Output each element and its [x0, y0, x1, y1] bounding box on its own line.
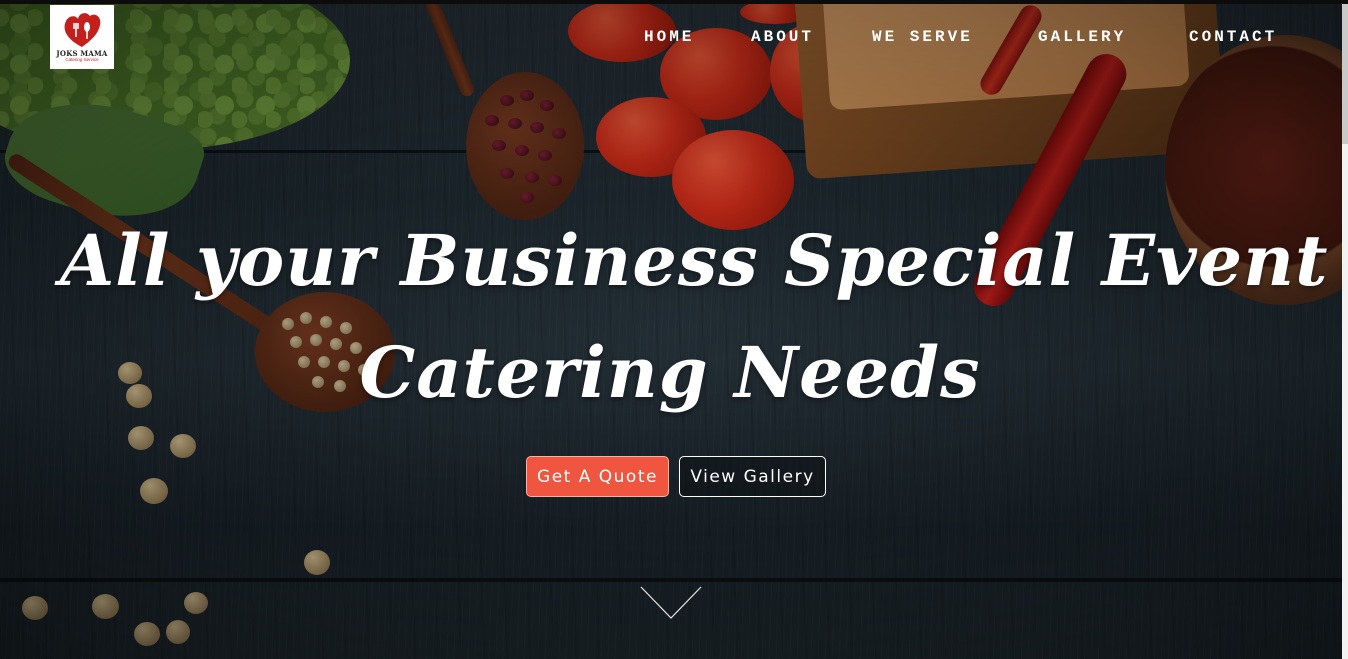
nav-gallery-link[interactable]: GALLERY	[1038, 28, 1126, 46]
view-gallery-button[interactable]: View Gallery	[679, 456, 826, 497]
bean	[520, 90, 534, 101]
nav-we-serve-link[interactable]: WE SERVE	[872, 28, 973, 46]
main-navigation: HOME ABOUT WE SERVE GALLERY CONTACT	[0, 28, 1348, 48]
plank-seam	[0, 578, 1342, 582]
soybean	[170, 434, 196, 458]
bean	[500, 95, 514, 106]
bean	[492, 140, 506, 151]
nav-contact-link[interactable]: CONTACT	[1189, 28, 1277, 46]
window-top-border	[0, 0, 1348, 4]
bean	[540, 100, 554, 111]
bean	[520, 192, 534, 203]
hero-heading-line-2: Catering Needs	[359, 331, 981, 414]
soybean	[22, 596, 48, 620]
bean	[485, 115, 499, 126]
bean	[525, 172, 539, 183]
bean	[530, 122, 544, 133]
soybean	[140, 478, 168, 504]
soybean	[184, 592, 208, 614]
soybean	[134, 622, 160, 646]
get-a-quote-button[interactable]: Get A Quote	[526, 456, 669, 497]
hero-heading-line-1: All your Business Special Event	[60, 219, 1329, 302]
page-scrollbar-thumb[interactable]	[1342, 4, 1348, 144]
soybean	[92, 594, 119, 619]
bean	[548, 175, 562, 186]
bean	[552, 128, 566, 139]
nav-about-link[interactable]: ABOUT	[751, 28, 814, 46]
soybean	[166, 620, 190, 644]
chevron-down-icon[interactable]	[640, 586, 702, 620]
bean	[515, 145, 529, 156]
hero-heading: All your Business Special Event Catering…	[60, 205, 1329, 429]
hero-section: JOKS MAMA Catering Service HOME ABOUT WE…	[0, 0, 1348, 659]
bean	[538, 150, 552, 161]
logo-subtext: Catering Service	[65, 57, 99, 62]
soybean	[304, 550, 330, 575]
bean	[500, 168, 514, 179]
bean	[508, 118, 522, 129]
logo-text: JOKS MAMA	[56, 49, 108, 58]
nav-home-link[interactable]: HOME	[644, 28, 694, 46]
soybean	[128, 426, 154, 450]
